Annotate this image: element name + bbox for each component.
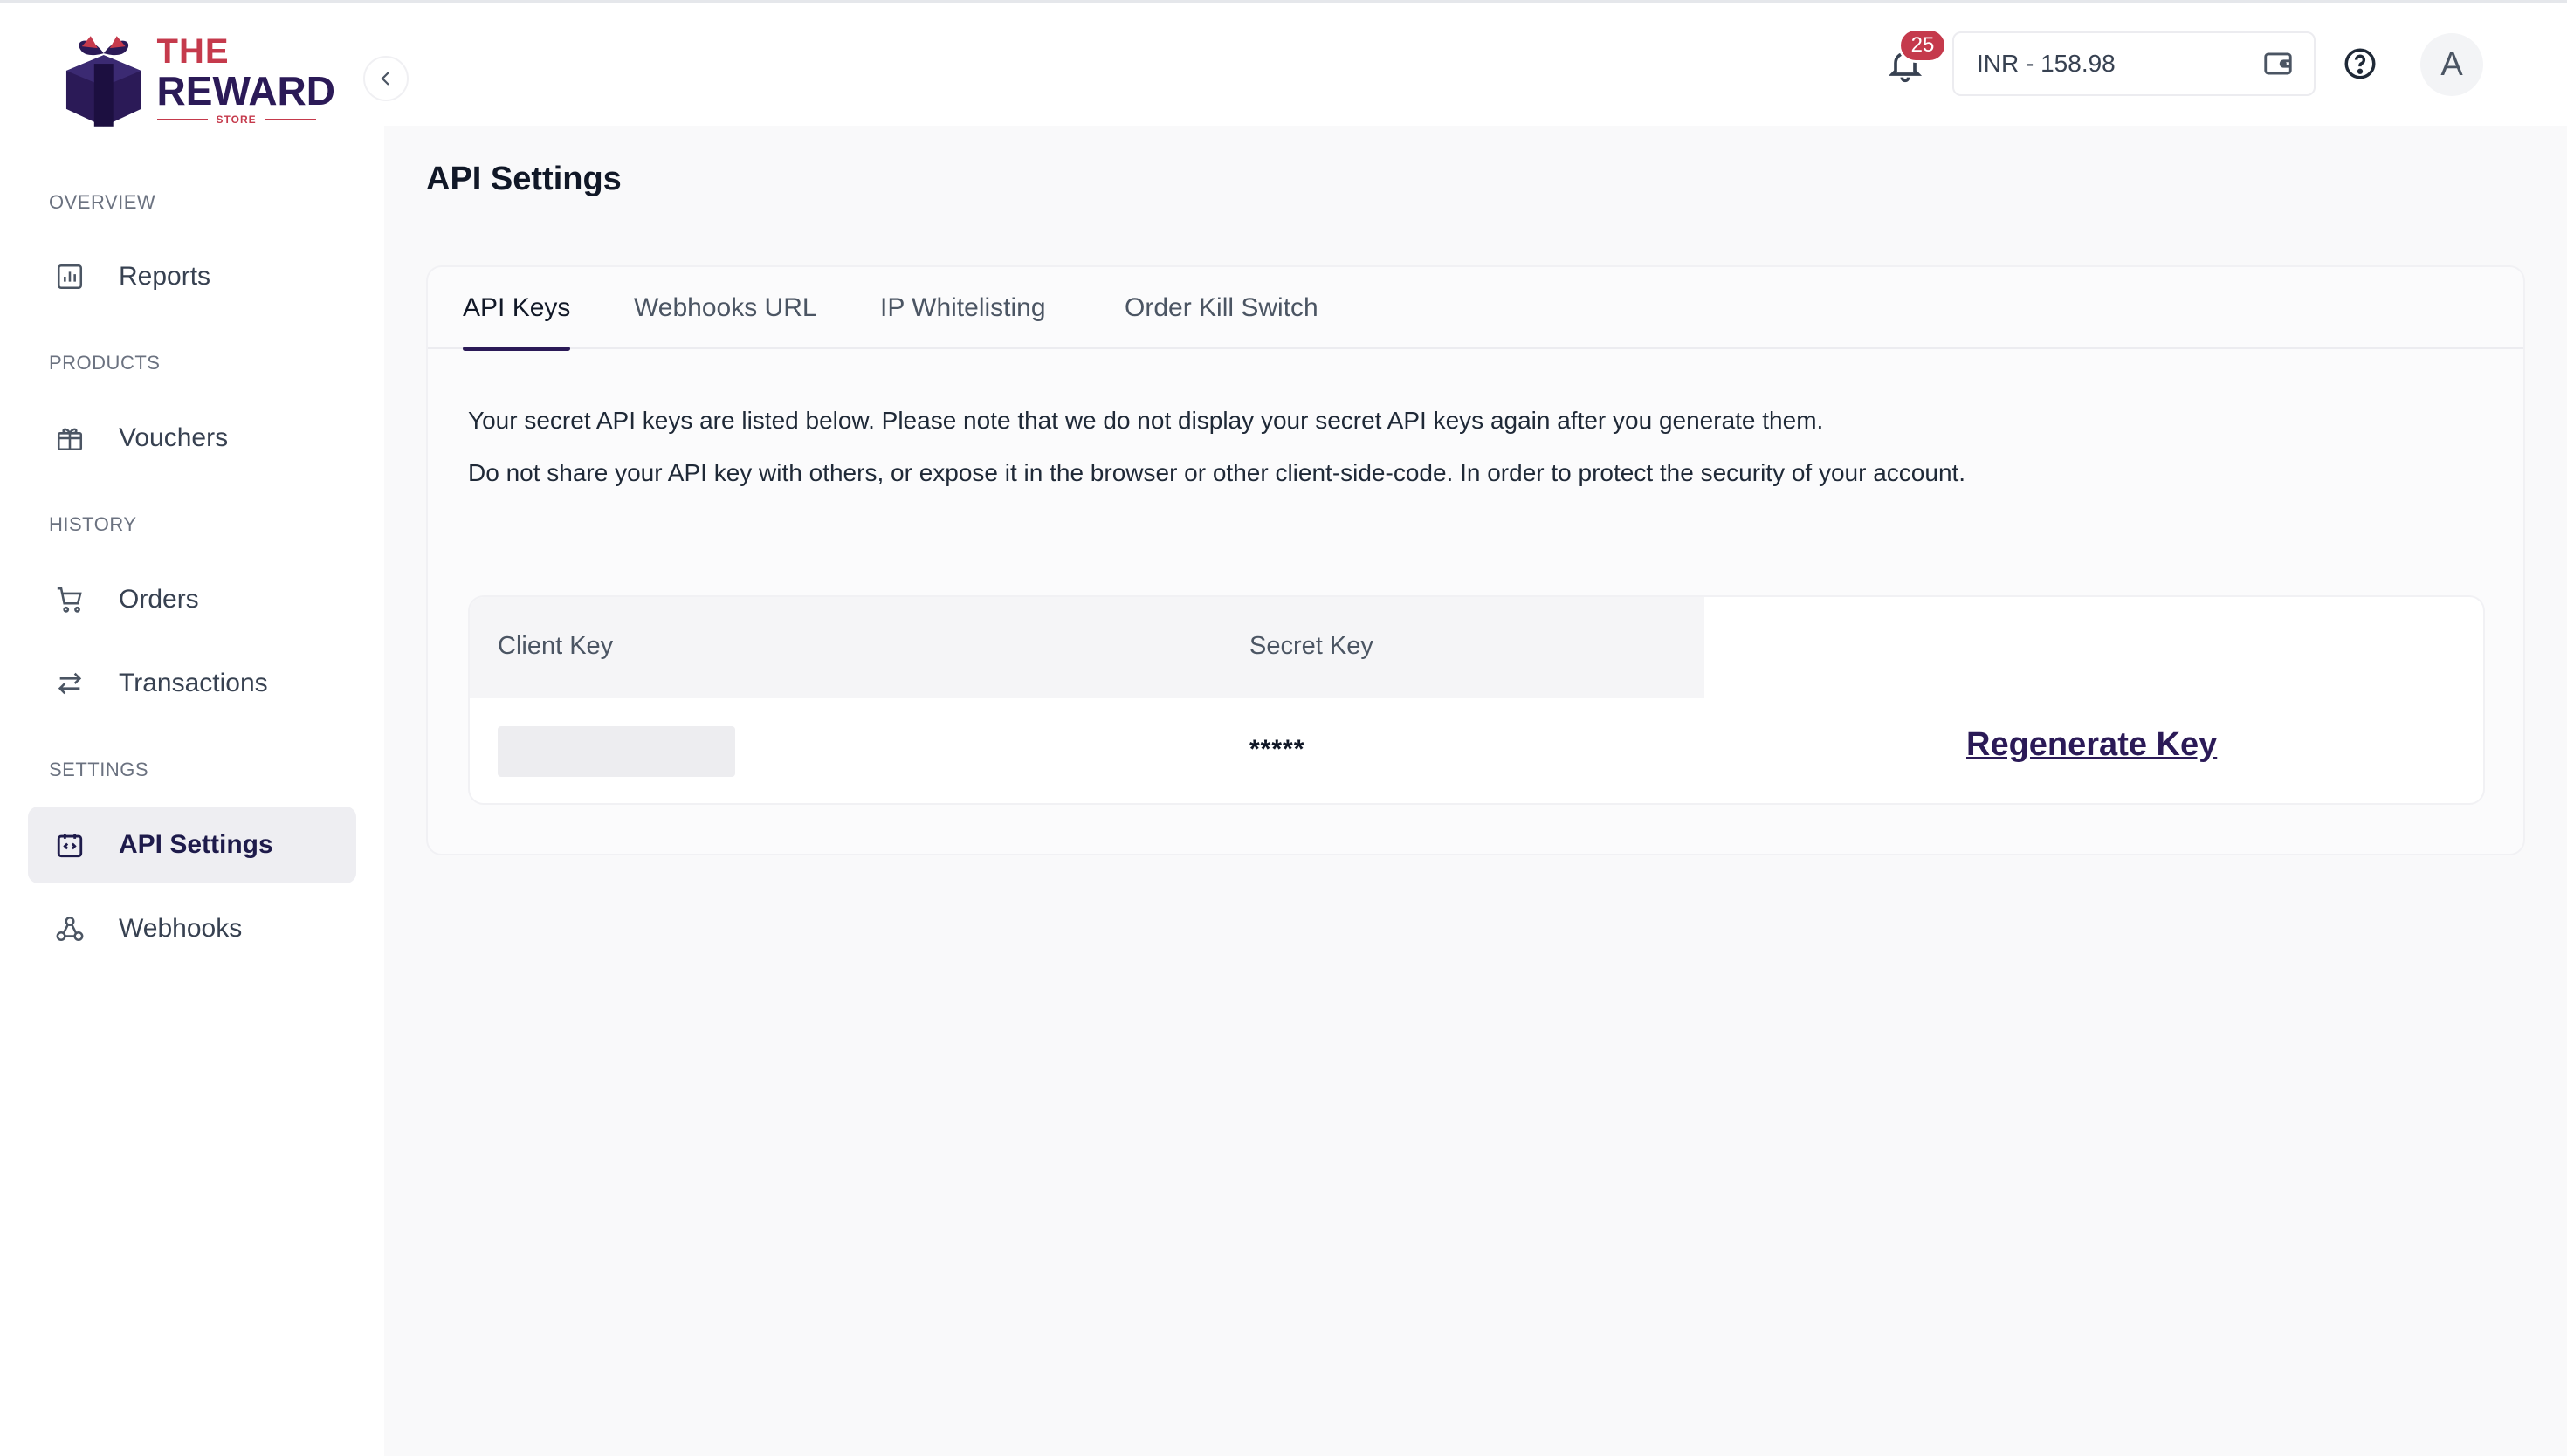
- secret-key-value: *****: [1249, 735, 1305, 764]
- column-header-secret-key: Secret Key: [1249, 632, 1373, 660]
- wallet-balance[interactable]: INR - 158.98: [1952, 31, 2316, 96]
- section-label-overview: OVERVIEW: [49, 191, 156, 213]
- tab-order-kill-switch[interactable]: Order Kill Switch: [1125, 267, 1318, 349]
- tab-ip-whitelisting[interactable]: IP Whitelisting: [880, 267, 1046, 349]
- bar-chart-icon: [52, 259, 87, 294]
- api-keys-warning: Do not share your API key with others, o…: [468, 459, 1966, 486]
- sidebar-item-label: Orders: [119, 585, 199, 614]
- sidebar-item-reports[interactable]: Reports: [28, 238, 356, 315]
- main-content: API Settings API Keys Webhooks URL IP Wh…: [384, 126, 2567, 1456]
- page-title: API Settings: [426, 161, 622, 197]
- gift-icon: [52, 421, 87, 456]
- brand-divider: [156, 118, 208, 120]
- table-header: [470, 597, 1704, 698]
- sidebar-item-label: Reports: [119, 262, 211, 291]
- sidebar-item-vouchers[interactable]: Vouchers: [28, 400, 356, 477]
- section-label-settings: SETTINGS: [49, 759, 149, 780]
- sidebar-collapse-button[interactable]: [363, 56, 409, 101]
- api-keys-table: Client Key Secret Key ***** Regenerate K…: [468, 595, 2485, 805]
- brand-line-the: THE: [156, 31, 230, 71]
- regenerate-key-link[interactable]: Regenerate Key: [1966, 726, 2217, 764]
- tab-api-keys[interactable]: API Keys: [463, 267, 571, 351]
- brand-line-reward: REWARD: [156, 67, 335, 113]
- sidebar-item-orders[interactable]: Orders: [28, 561, 356, 638]
- sidebar: THE REWARD STORE OVERVIEW Reports PRODUC…: [0, 3, 384, 1456]
- brand-logo[interactable]: THE REWARD STORE: [56, 29, 335, 129]
- sidebar-item-api-settings[interactable]: API Settings: [28, 807, 356, 883]
- chevron-left-icon: [381, 72, 389, 86]
- sidebar-item-label: Webhooks: [119, 914, 243, 943]
- column-header-client-key: Client Key: [498, 632, 614, 660]
- avatar[interactable]: A: [2420, 33, 2483, 96]
- gift-box-logo-icon: [65, 36, 141, 127]
- sidebar-item-webhooks[interactable]: Webhooks: [28, 890, 356, 967]
- brand-line-store: STORE: [216, 113, 257, 126]
- api-settings-card: API Keys Webhooks URL IP Whitelisting Or…: [426, 265, 2525, 855]
- brand-divider: [265, 118, 316, 120]
- notification-badge: 25: [1898, 28, 1947, 63]
- api-keys-description: Your secret API keys are listed below. P…: [468, 407, 1824, 434]
- help-icon[interactable]: [2342, 45, 2378, 82]
- section-label-history: HISTORY: [49, 513, 137, 535]
- sidebar-item-label: Vouchers: [119, 423, 229, 452]
- section-label-products: PRODUCTS: [49, 352, 161, 374]
- webhook-icon: [52, 911, 87, 946]
- tab-webhooks-url[interactable]: Webhooks URL: [634, 267, 817, 349]
- code-calendar-icon: [52, 828, 87, 862]
- sidebar-item-transactions[interactable]: Transactions: [28, 645, 356, 722]
- sidebar-item-label: API Settings: [119, 830, 273, 859]
- sidebar-item-label: Transactions: [119, 669, 268, 697]
- balance-text: INR - 158.98: [1977, 50, 2116, 77]
- tab-bar: API Keys Webhooks URL IP Whitelisting Or…: [428, 267, 2523, 351]
- top-rule: [0, 0, 2567, 3]
- swap-arrows-icon: [52, 666, 87, 701]
- wallet-icon: [2264, 52, 2292, 75]
- client-key-value: [498, 726, 735, 777]
- cart-icon: [52, 582, 87, 617]
